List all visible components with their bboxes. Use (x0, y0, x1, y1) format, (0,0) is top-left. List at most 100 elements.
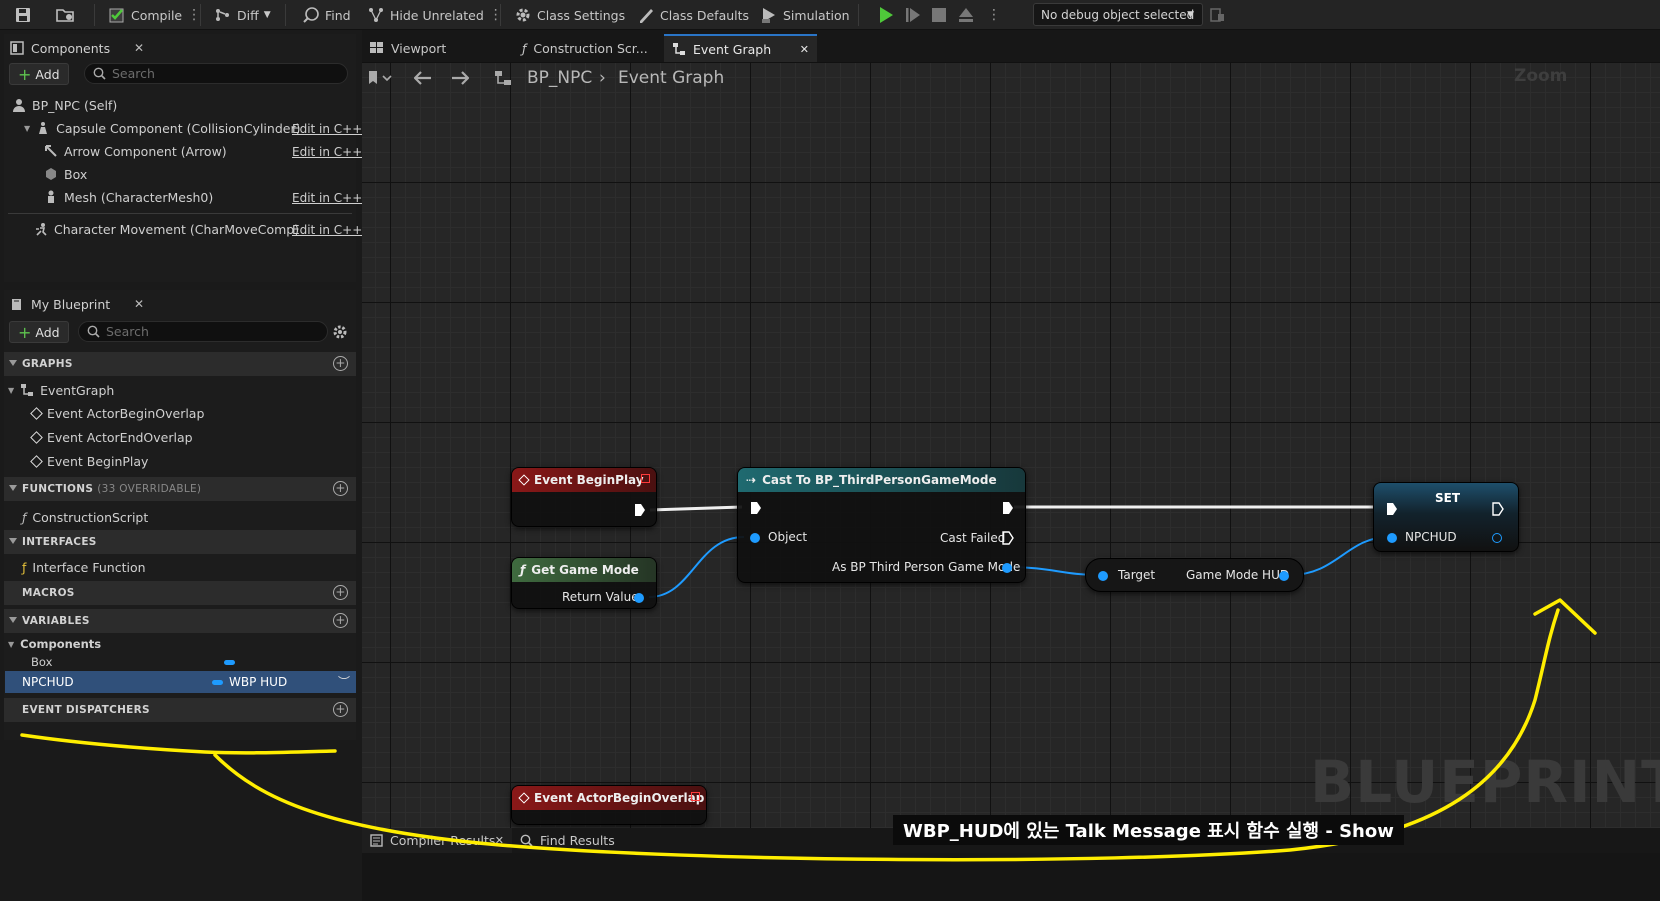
edit-in-cpp-link[interactable]: Edit in C++ (292, 122, 362, 136)
section-functions[interactable]: FUNCTIONS (33 OVERRIDABLE) + (4, 477, 356, 501)
section-interfaces[interactable]: INTERFACES (4, 530, 356, 554)
class-defaults-label: Class Defaults (660, 7, 750, 23)
delegate-pin-icon[interactable] (691, 792, 700, 801)
settings-gear-icon[interactable] (332, 324, 348, 340)
return-value-pin[interactable] (634, 593, 644, 603)
tab-components[interactable]: Components (4, 34, 110, 62)
debug-filter-button[interactable] (1208, 0, 1226, 30)
add-variable-icon[interactable]: + (333, 613, 348, 628)
edit-in-cpp-link[interactable]: Edit in C++ (292, 145, 362, 159)
exec-out-pin[interactable] (634, 503, 646, 517)
target-pin[interactable] (1098, 571, 1108, 581)
cast-node[interactable]: ⇢ Cast To BP_ThirdPersonGameMode Object … (737, 467, 1026, 583)
component-mesh[interactable]: Mesh (CharacterMesh0) (44, 186, 213, 208)
add-label: Add (35, 324, 60, 340)
blueprint-book-icon (12, 299, 21, 310)
components-panel: Components ✕ +Add BP_NPC (Self) ▼ Capsul… (4, 34, 362, 282)
browse-button[interactable] (55, 0, 75, 30)
blueprint-search-input[interactable] (106, 324, 306, 339)
target-pin-label: Target (1118, 568, 1156, 582)
plus-icon: + (18, 322, 32, 342)
hide-unrelated-button[interactable]: Hide Unrelated ⋮ (367, 0, 503, 30)
expand-arrow-icon[interactable]: ▼ (8, 640, 14, 649)
exec-in-pin[interactable] (750, 501, 762, 515)
get-game-mode-node[interactable]: ƒ Get Game Mode Return Value (511, 557, 657, 609)
event-item[interactable]: Event BeginPlay (30, 450, 148, 472)
tab-compiler-results[interactable]: Compiler Results ✕ (362, 828, 512, 853)
game-mode-hud-pin[interactable] (1279, 571, 1289, 581)
add-label: Add (35, 66, 60, 82)
npchud-var-type[interactable]: WBP HUD (229, 675, 287, 689)
close-icon[interactable]: ✕ (134, 41, 144, 55)
get-game-mode-hud-node[interactable]: Target Game Mode HUD (1085, 558, 1304, 592)
save-icon (16, 8, 30, 22)
event-actor-begin-overlap-node[interactable]: Event ActorBeginOverlap (511, 785, 707, 825)
cast-failed-pin[interactable] (1002, 531, 1014, 545)
debug-object-dropdown[interactable]: No debug object selected ▼ (1033, 3, 1203, 26)
exec-out-pin[interactable] (1492, 502, 1504, 516)
component-capsule[interactable]: ▼ Capsule Component (CollisionCylinder) (24, 117, 300, 139)
tab-my-blueprint[interactable]: My Blueprint (4, 290, 110, 318)
component-root[interactable]: BP_NPC (Self) (12, 94, 117, 116)
section-macros[interactable]: MACROS + (4, 581, 356, 605)
add-member-button[interactable]: + Add (9, 321, 69, 343)
step-button[interactable] (904, 0, 922, 30)
diff-button[interactable]: Diff ▼ (214, 0, 271, 30)
add-dispatcher-icon[interactable]: + (333, 702, 348, 717)
exec-out-pin[interactable] (1002, 501, 1014, 515)
add-component-button[interactable]: + Add (9, 63, 69, 85)
event-graph-item[interactable]: ▼ EventGraph (8, 379, 114, 401)
section-variables[interactable]: VARIABLES + (4, 609, 356, 633)
section-graphs[interactable]: GRAPHS + (4, 352, 356, 376)
play-options-button[interactable]: ⋮ (987, 0, 1001, 30)
variable-category-components[interactable]: ▼ Components (8, 633, 101, 655)
delegate-pin-icon[interactable] (641, 474, 650, 483)
class-settings-label: Class Settings (537, 7, 626, 23)
object-pin-label: Object (768, 530, 808, 544)
add-function-icon[interactable]: + (333, 481, 348, 496)
variable-box[interactable]: Box (31, 651, 52, 673)
add-macro-icon[interactable]: + (333, 585, 348, 600)
find-button[interactable]: Find (302, 0, 351, 30)
expand-arrow-icon[interactable]: ▼ (8, 386, 14, 395)
capsule-label: Capsule Component (CollisionCylinder) (56, 120, 301, 136)
graph-editor[interactable]: Viewport ƒ Construction Scr... Event Gra… (362, 30, 1660, 849)
npchud-out-pin[interactable] (1492, 533, 1502, 543)
as-bp-pin[interactable] (1002, 563, 1012, 573)
class-defaults-button[interactable]: Class Defaults (637, 0, 749, 30)
compile-check-icon (109, 8, 124, 23)
compile-options-icon[interactable]: ⋮ (187, 7, 201, 23)
edit-in-cpp-link[interactable]: Edit in C++ (292, 191, 362, 205)
npchud-in-pin[interactable] (1387, 533, 1397, 543)
component-box[interactable]: Box (44, 163, 87, 185)
construction-script-item[interactable]: ƒ ConstructionScript (22, 506, 148, 528)
set-npchud-node[interactable]: SET NPCHUD (1373, 482, 1519, 552)
compile-button[interactable]: Compile ⋮ (108, 0, 201, 30)
event-item[interactable]: Event ActorEndOverlap (30, 426, 193, 448)
play-button[interactable] (877, 0, 895, 30)
object-pin[interactable] (750, 533, 760, 543)
close-icon[interactable]: ✕ (495, 834, 504, 847)
event-item[interactable]: Event ActorBeginOverlap (30, 402, 204, 424)
visibility-eye-icon[interactable]: ︶ (338, 673, 350, 690)
components-search-field[interactable] (84, 63, 348, 84)
interface-function-item[interactable]: ƒ Interface Function (22, 556, 146, 578)
expand-arrow-icon[interactable]: ▼ (24, 124, 30, 133)
close-icon[interactable]: ✕ (134, 297, 144, 311)
save-button[interactable] (14, 0, 32, 30)
blueprint-search-field[interactable] (78, 321, 328, 342)
exec-in-pin[interactable] (1386, 502, 1398, 516)
component-movement[interactable]: Character Movement (CharMoveComp) (34, 218, 299, 240)
eject-button[interactable] (957, 0, 975, 30)
add-graph-icon[interactable]: + (333, 356, 348, 371)
variable-npchud-row[interactable]: NPCHUD WBP HUD ︶ (5, 671, 356, 693)
component-arrow[interactable]: Arrow Component (Arrow) (44, 140, 227, 162)
section-event-dispatchers[interactable]: EVENT DISPATCHERS + (4, 698, 356, 722)
event-beginplay-node[interactable]: Event BeginPlay (511, 467, 657, 527)
simulation-button[interactable]: Simulation (760, 0, 850, 30)
tab-find-results[interactable]: Find Results (512, 828, 642, 853)
class-settings-button[interactable]: Class Settings (514, 0, 625, 30)
components-search-input[interactable] (112, 66, 312, 81)
stop-button[interactable] (931, 0, 947, 30)
edit-in-cpp-link[interactable]: Edit in C++ (292, 223, 362, 237)
